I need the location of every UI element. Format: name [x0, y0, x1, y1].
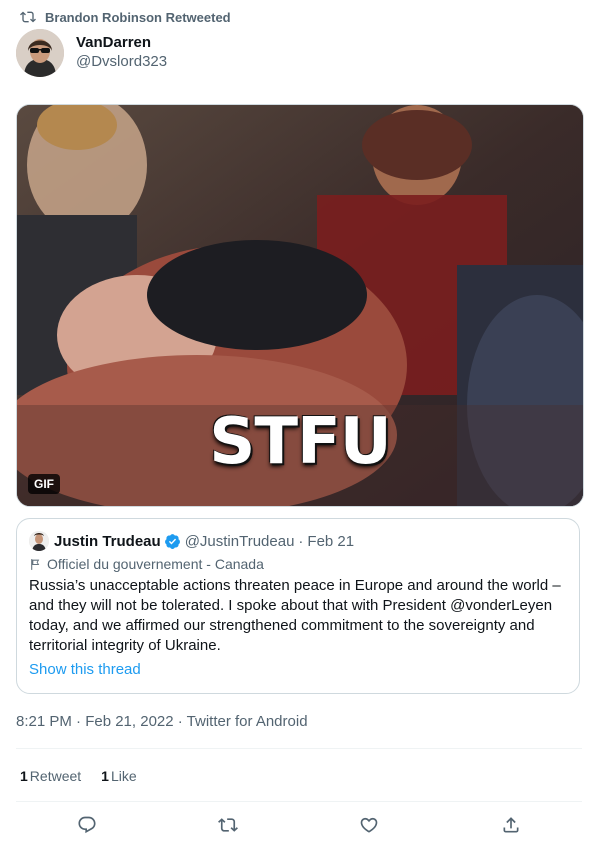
quoted-date[interactable]: Feb 21 — [307, 533, 354, 550]
gif-caption: STFU — [209, 405, 391, 479]
retweet-button[interactable] — [218, 815, 238, 835]
tweet-author: VanDarren @Dvslord323 — [16, 29, 167, 77]
retweet-icon — [218, 818, 238, 832]
likes-count: 1 — [101, 768, 109, 784]
author-display-name[interactable]: VanDarren — [76, 34, 167, 52]
retweets-label: Retweet — [29, 768, 82, 784]
likes-stat[interactable]: 1 Like — [101, 768, 136, 784]
reply-button[interactable] — [77, 815, 97, 835]
divider — [16, 748, 582, 749]
quoted-avatar[interactable] — [29, 531, 49, 551]
avatar[interactable] — [16, 29, 64, 77]
show-thread-link[interactable]: Show this thread — [29, 661, 567, 678]
retweet-icon — [20, 11, 36, 23]
government-label[interactable]: Officiel du gouvernement - Canada — [29, 555, 567, 573]
likes-label: Like — [110, 768, 137, 784]
retweets-stat[interactable]: 1 Retweet — [20, 768, 81, 784]
quoted-author-handle[interactable]: @JustinTrudeau — [185, 533, 295, 550]
flag-icon — [31, 558, 40, 570]
like-icon — [360, 817, 378, 833]
divider — [16, 801, 582, 802]
quoted-tweet-text: Russia’s unacceptable actions threaten p… — [29, 577, 561, 654]
tweet-timestamp[interactable]: 8:21 PM · Feb 21, 2022 · Twitter for And… — [16, 713, 308, 730]
separator-dot: · — [298, 532, 304, 550]
reply-icon — [78, 816, 96, 834]
quoted-tweet[interactable]: Justin Trudeau @JustinTrudeau · Feb 21 O… — [16, 518, 580, 694]
quoted-author-name[interactable]: Justin Trudeau — [54, 533, 161, 550]
gif-badge: GIF — [28, 474, 60, 494]
action-bar — [16, 808, 582, 842]
retweet-context-text: Brandon Robinson Retweeted — [45, 9, 231, 25]
verified-badge-icon — [164, 533, 180, 549]
retweets-count: 1 — [20, 768, 28, 784]
share-icon — [503, 817, 519, 833]
engagement-stats: 1 Retweet 1 Like — [20, 768, 137, 784]
government-label-text: Officiel du gouvernement - Canada — [47, 556, 264, 572]
retweet-context[interactable]: Brandon Robinson Retweeted — [20, 9, 231, 25]
author-handle[interactable]: @Dvslord323 — [76, 52, 167, 72]
share-button[interactable] — [501, 815, 521, 835]
gif-media[interactable]: STFU GIF — [16, 104, 584, 507]
like-button[interactable] — [359, 815, 379, 835]
